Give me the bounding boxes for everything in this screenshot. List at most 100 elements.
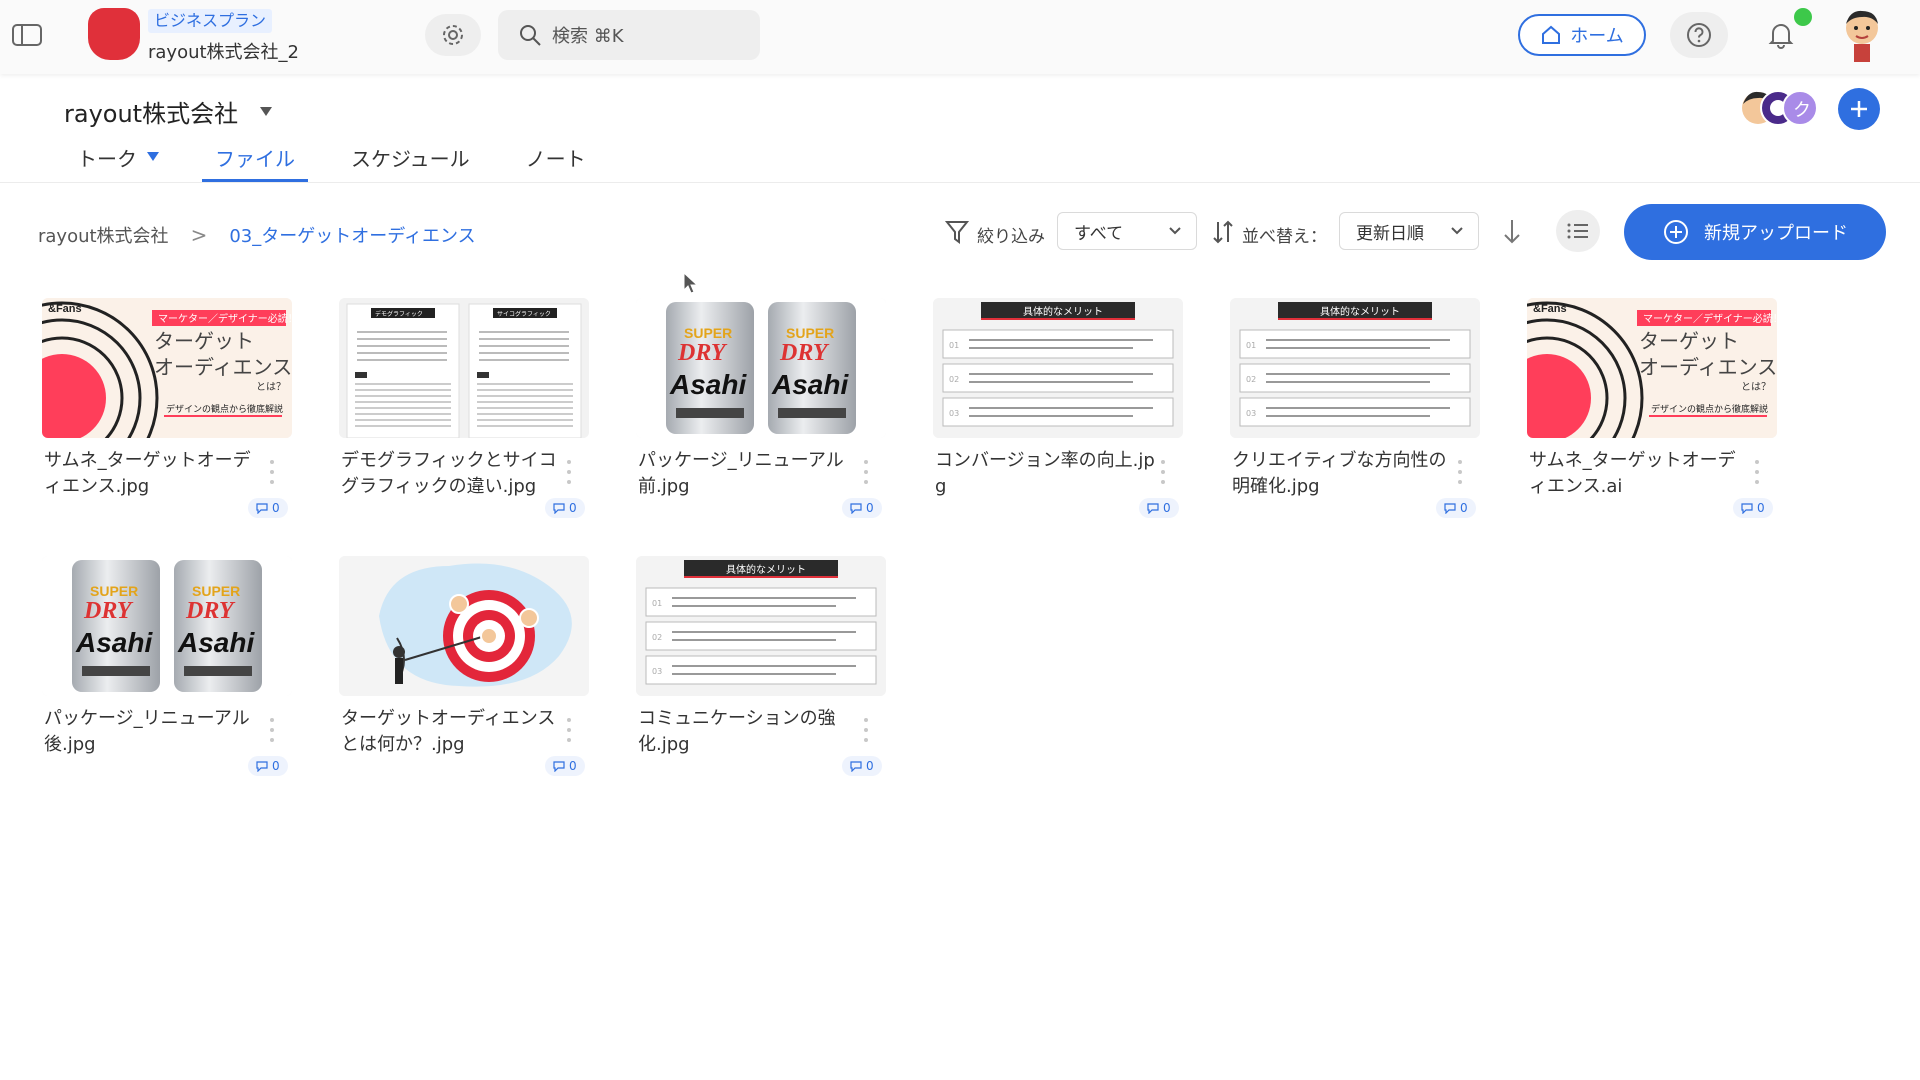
home-button[interactable]: ホーム bbox=[1518, 14, 1646, 56]
file-card[interactable]: デモグラフィック サイコグラフィック デモグラフィックとサイコグラフィックの違い… bbox=[335, 298, 597, 538]
file-name[interactable]: サムネ_ターゲットオーディエンス.jpg bbox=[44, 448, 264, 500]
comment-count-badge[interactable]: 0 bbox=[1436, 498, 1476, 518]
file-thumbnail[interactable] bbox=[339, 556, 589, 696]
arrow-down-icon bbox=[1504, 220, 1520, 244]
comment-count: 0 bbox=[569, 759, 577, 773]
file-card[interactable]: &Fans マーケター／デザイナー必読！ ターゲット オーディエンス とは？ デ… bbox=[38, 298, 300, 538]
file-name[interactable]: サムネ_ターゲットオーディエンス.ai bbox=[1529, 448, 1749, 500]
comment-count-badge[interactable]: 0 bbox=[545, 756, 585, 776]
comment-count: 0 bbox=[1460, 501, 1468, 515]
tab-schedule-label: スケジュール bbox=[351, 147, 470, 171]
comment-count-badge[interactable]: 0 bbox=[248, 756, 288, 776]
comment-icon bbox=[256, 503, 268, 514]
tab-notes[interactable]: ノート bbox=[513, 140, 599, 182]
add-member-button[interactable] bbox=[1838, 88, 1880, 130]
svg-text:&Fans: &Fans bbox=[1533, 303, 1567, 315]
file-card[interactable]: SUPER DRY Asahi SUPER DRY Asahi パッケージ_リニ… bbox=[38, 556, 300, 796]
comment-count-badge[interactable]: 0 bbox=[842, 498, 882, 518]
more-options-icon[interactable] bbox=[566, 460, 572, 484]
svg-text:Asahi: Asahi bbox=[771, 369, 849, 400]
file-name[interactable]: パッケージ_リニューアル後.jpg bbox=[44, 706, 264, 758]
tab-schedule[interactable]: スケジュール bbox=[338, 140, 483, 182]
file-card[interactable]: 具体的なメリット 01 02 03 クリエイティブな方向性の明確化.jpg 0 bbox=[1226, 298, 1488, 538]
comment-count-badge[interactable]: 0 bbox=[545, 498, 585, 518]
file-thumbnail[interactable]: デモグラフィック サイコグラフィック bbox=[339, 298, 589, 438]
file-name[interactable]: デモグラフィックとサイコグラフィックの違い.jpg bbox=[341, 448, 561, 500]
more-options-icon[interactable] bbox=[863, 460, 869, 484]
file-thumbnail[interactable]: SUPER DRY Asahi SUPER DRY Asahi bbox=[636, 298, 886, 438]
file-name[interactable]: ターゲットオーディエンスとは何か？.jpg bbox=[341, 706, 561, 758]
settings-button[interactable] bbox=[425, 14, 481, 56]
comment-icon bbox=[1741, 503, 1753, 514]
breadcrumb-root[interactable]: rayout株式会社 bbox=[38, 222, 169, 248]
more-options-icon[interactable] bbox=[1754, 460, 1760, 484]
svg-text:Asahi: Asahi bbox=[177, 627, 255, 658]
chevron-down-icon bbox=[260, 107, 273, 116]
file-card[interactable]: ターゲットオーディエンスとは何か？.jpg 0 bbox=[335, 556, 597, 796]
help-button[interactable] bbox=[1670, 12, 1728, 58]
file-name[interactable]: クリエイティブな方向性の明確化.jpg bbox=[1232, 448, 1452, 500]
sidebar-toggle-icon[interactable] bbox=[10, 20, 44, 50]
svg-text:DRY: DRY bbox=[185, 598, 236, 624]
file-card[interactable]: &Fans マーケター／デザイナー必読！ ターゲット オーディエンス とは？ デ… bbox=[1523, 298, 1785, 538]
more-options-icon[interactable] bbox=[269, 460, 275, 484]
file-thumbnail[interactable]: SUPER DRY Asahi SUPER DRY Asahi bbox=[42, 556, 292, 696]
file-card[interactable]: 具体的なメリット 01 02 03 コンバージョン率の向上.jpg 0 bbox=[929, 298, 1191, 538]
workspace-title[interactable]: rayout株式会社 bbox=[64, 94, 273, 129]
gear-icon bbox=[443, 25, 463, 45]
member-avatars[interactable] bbox=[1738, 86, 1828, 130]
bell-icon bbox=[1768, 24, 1794, 49]
user-avatar[interactable] bbox=[1838, 6, 1886, 64]
top-bar: ビジネスプラン rayout株式会社_2 検索 ⌘K ホーム bbox=[0, 0, 1920, 74]
svg-text:03: 03 bbox=[949, 409, 959, 418]
file-thumbnail[interactable]: &Fans マーケター／デザイナー必読！ ターゲット オーディエンス とは？ デ… bbox=[42, 298, 292, 438]
svg-text:DRY: DRY bbox=[779, 340, 830, 366]
filter-select[interactable]: すべて bbox=[1057, 212, 1197, 250]
comment-count-badge[interactable]: 0 bbox=[1139, 498, 1179, 518]
new-upload-button[interactable]: 新規アップロード bbox=[1624, 204, 1886, 260]
file-name[interactable]: コンバージョン率の向上.jpg bbox=[935, 448, 1155, 500]
comment-count: 0 bbox=[1163, 501, 1171, 515]
file-name[interactable]: パッケージ_リニューアル前.jpg bbox=[638, 448, 858, 500]
filter-icon[interactable] bbox=[944, 217, 970, 247]
help-icon bbox=[1687, 23, 1711, 47]
comment-count-badge[interactable]: 0 bbox=[1733, 498, 1773, 518]
breadcrumb-current[interactable]: 03_ターゲットオーディエンス bbox=[229, 222, 475, 248]
file-thumbnail[interactable]: 具体的なメリット 01 02 03 bbox=[933, 298, 1183, 438]
svg-text:03: 03 bbox=[652, 667, 662, 676]
search-box[interactable]: 検索 ⌘K bbox=[498, 10, 760, 60]
comment-count-badge[interactable]: 0 bbox=[842, 756, 882, 776]
comment-count: 0 bbox=[866, 759, 874, 773]
more-options-icon[interactable] bbox=[1457, 460, 1463, 484]
view-toggle-button[interactable] bbox=[1556, 210, 1600, 252]
file-card[interactable]: 具体的なメリット 01 02 03 コミュニケーションの強化.jpg 0 bbox=[632, 556, 894, 796]
file-thumbnail[interactable]: 具体的なメリット 01 02 03 bbox=[1230, 298, 1480, 438]
notification-badge bbox=[1794, 8, 1812, 26]
file-thumbnail[interactable]: &Fans マーケター／デザイナー必読！ ターゲット オーディエンス とは？ デ… bbox=[1527, 298, 1777, 438]
svg-text:01: 01 bbox=[652, 599, 662, 608]
list-icon bbox=[1567, 223, 1588, 239]
plus-icon bbox=[1851, 101, 1867, 117]
home-icon bbox=[1542, 25, 1561, 44]
more-options-icon[interactable] bbox=[566, 718, 572, 742]
file-card[interactable]: SUPER DRY Asahi SUPER DRY Asahi パッケージ_リニ… bbox=[632, 298, 894, 538]
file-thumbnail[interactable]: 具体的なメリット 01 02 03 bbox=[636, 556, 886, 696]
tabs-divider bbox=[0, 182, 1920, 183]
more-options-icon[interactable] bbox=[863, 718, 869, 742]
svg-text:SUPER: SUPER bbox=[786, 325, 834, 341]
company-logo[interactable] bbox=[88, 8, 140, 60]
sort-direction-button[interactable] bbox=[1494, 212, 1530, 250]
sort-icon[interactable] bbox=[1210, 218, 1236, 246]
tab-files[interactable]: ファイル bbox=[202, 140, 308, 182]
file-name[interactable]: コミュニケーションの強化.jpg bbox=[638, 706, 858, 758]
comment-icon bbox=[1147, 503, 1159, 514]
more-options-icon[interactable] bbox=[1160, 460, 1166, 484]
sort-select[interactable]: 更新日順 bbox=[1339, 212, 1479, 250]
company-switcher[interactable]: rayout株式会社_2 bbox=[148, 38, 299, 64]
comment-icon bbox=[553, 503, 565, 514]
comment-count: 0 bbox=[569, 501, 577, 515]
tab-notes-label: ノート bbox=[525, 147, 586, 171]
more-options-icon[interactable] bbox=[269, 718, 275, 742]
tab-talk[interactable]: トーク bbox=[64, 140, 172, 182]
comment-count-badge[interactable]: 0 bbox=[248, 498, 288, 518]
